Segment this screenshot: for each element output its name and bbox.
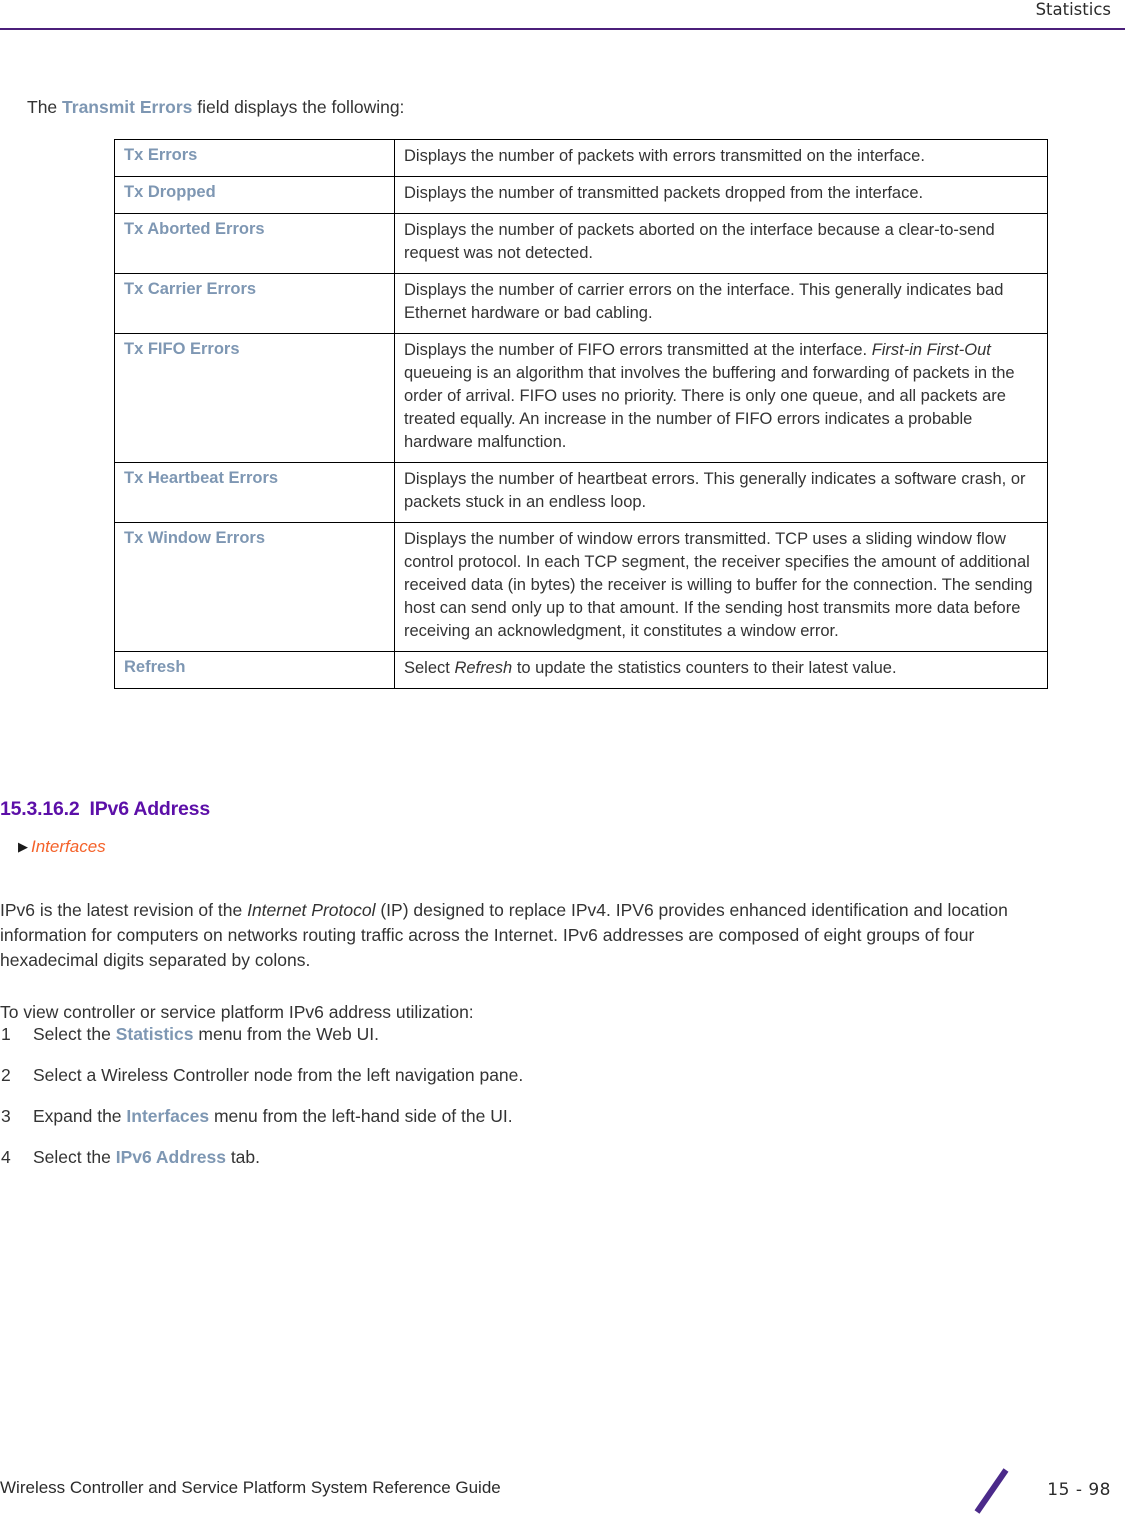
ipv6-description-paragraph: IPv6 is the latest revision of the Inter… — [0, 898, 1040, 973]
step-text-before: Select the — [33, 1147, 116, 1167]
desc-text-part1: Displays the number of FIFO errors trans… — [404, 341, 872, 359]
list-item: 1 Select the Statistics menu from the Web… — [0, 1022, 900, 1046]
slash-decoration-icon — [973, 1467, 1013, 1515]
desc-text-part2: to update the statistics counters to the… — [512, 659, 897, 677]
triangle-right-icon: ▶ — [18, 839, 28, 854]
step-text-after: menu from the Web UI. — [193, 1024, 379, 1044]
intro-after: field displays the following: — [192, 97, 405, 117]
intro-before: The — [27, 97, 63, 117]
field-description: Displays the number of heartbeat errors.… — [394, 462, 1048, 523]
page-number: 15 - 98 — [1047, 1480, 1111, 1500]
desc-text-part1: Select — [404, 659, 455, 677]
step-number: 3 — [1, 1106, 11, 1126]
step-text-before: Expand the — [33, 1106, 127, 1126]
field-description: Displays the number of packets with erro… — [394, 139, 1048, 177]
section-title: IPv6 Address — [89, 798, 211, 820]
step-number: 4 — [1, 1147, 11, 1167]
procedure-steps: 1 Select the Statistics menu from the Web… — [0, 1022, 900, 1186]
header-divider-rule — [0, 28, 1125, 30]
desc-text-italic: First-in First-Out — [871, 341, 991, 359]
table-row: Tx Window Errors Displays the number of … — [114, 522, 1048, 652]
field-description: Displays the number of carrier errors on… — [394, 273, 1048, 334]
desc-text-part2: queueing is an algorithm that involves t… — [404, 364, 1015, 451]
para-italic: Internet Protocol — [247, 899, 376, 920]
step-text-before: Select the — [33, 1024, 116, 1044]
field-label: Tx Window Errors — [114, 522, 395, 652]
field-description: Displays the number of FIFO errors trans… — [394, 333, 1048, 463]
field-label: Refresh — [114, 651, 395, 689]
footer-guide-title: Wireless Controller and Service Platform… — [0, 1478, 501, 1497]
field-label: Tx FIFO Errors — [114, 333, 395, 463]
running-header-title: Statistics — [1035, 0, 1111, 19]
step-text-before: Select a Wireless Controller node from t… — [33, 1065, 524, 1085]
step-keyword: IPv6 Address — [115, 1147, 226, 1167]
para-part1: IPv6 is the latest revision of the — [0, 899, 248, 920]
step-number: 2 — [1, 1065, 11, 1085]
field-label: Tx Dropped — [114, 176, 395, 214]
step-text-after: tab. — [225, 1147, 261, 1167]
table-row: Tx Aborted Errors Displays the number of… — [114, 213, 1048, 274]
list-item: 2 Select a Wireless Controller node from … — [0, 1063, 900, 1087]
field-description: Select Refresh to update the statistics … — [394, 651, 1048, 689]
step-number: 1 — [1, 1024, 11, 1044]
step-text-after: menu from the left-hand side of the UI. — [209, 1106, 513, 1126]
field-label: Tx Heartbeat Errors — [114, 462, 395, 523]
table-row: Tx Dropped Displays the number of transm… — [114, 176, 1048, 214]
table-row: Tx Carrier Errors Displays the number of… — [114, 273, 1048, 334]
section-heading: 15.3.16.2 IPv6 Address — [0, 798, 210, 821]
field-description: Displays the number of transmitted packe… — [394, 176, 1048, 214]
step-keyword: Interfaces — [126, 1106, 210, 1126]
transmit-errors-field-table: Tx Errors Displays the number of packets… — [114, 139, 1048, 689]
intro-keyword: Transmit Errors — [62, 97, 193, 117]
table-row: Tx Errors Displays the number of packets… — [114, 139, 1048, 177]
to-view-lead-in: To view controller or service platform I… — [0, 1001, 474, 1022]
list-item: 4 Select the IPv6 Address tab. — [0, 1145, 900, 1169]
step-keyword: Statistics — [115, 1024, 194, 1044]
page-header: Statistics — [0, 0, 1125, 30]
desc-text-italic: Refresh — [454, 659, 513, 677]
breadcrumb[interactable]: ▶ Interfaces — [18, 837, 106, 857]
breadcrumb-label[interactable]: Interfaces — [31, 837, 106, 856]
table-row: Tx FIFO Errors Displays the number of FI… — [114, 333, 1048, 463]
field-description: Displays the number of packets aborted o… — [394, 213, 1048, 274]
table-body: Tx Errors Displays the number of packets… — [114, 139, 1048, 689]
table-row: Tx Heartbeat Errors Displays the number … — [114, 462, 1048, 523]
table-row: Refresh Select Refresh to update the sta… — [114, 651, 1048, 689]
field-description: Displays the number of window errors tra… — [394, 522, 1048, 652]
field-label: Tx Aborted Errors — [114, 213, 395, 274]
content-column: The Transmit Errors field displays the f… — [27, 96, 1057, 135]
field-label: Tx Errors — [114, 139, 395, 177]
page-footer: Wireless Controller and Service Platform… — [0, 1448, 1125, 1518]
list-item: 3 Expand the Interfaces menu from the lef… — [0, 1104, 900, 1128]
section-number: 15.3.16.2 — [0, 798, 80, 820]
field-label: Tx Carrier Errors — [114, 273, 395, 334]
intro-paragraph: The Transmit Errors field displays the f… — [27, 96, 1057, 119]
